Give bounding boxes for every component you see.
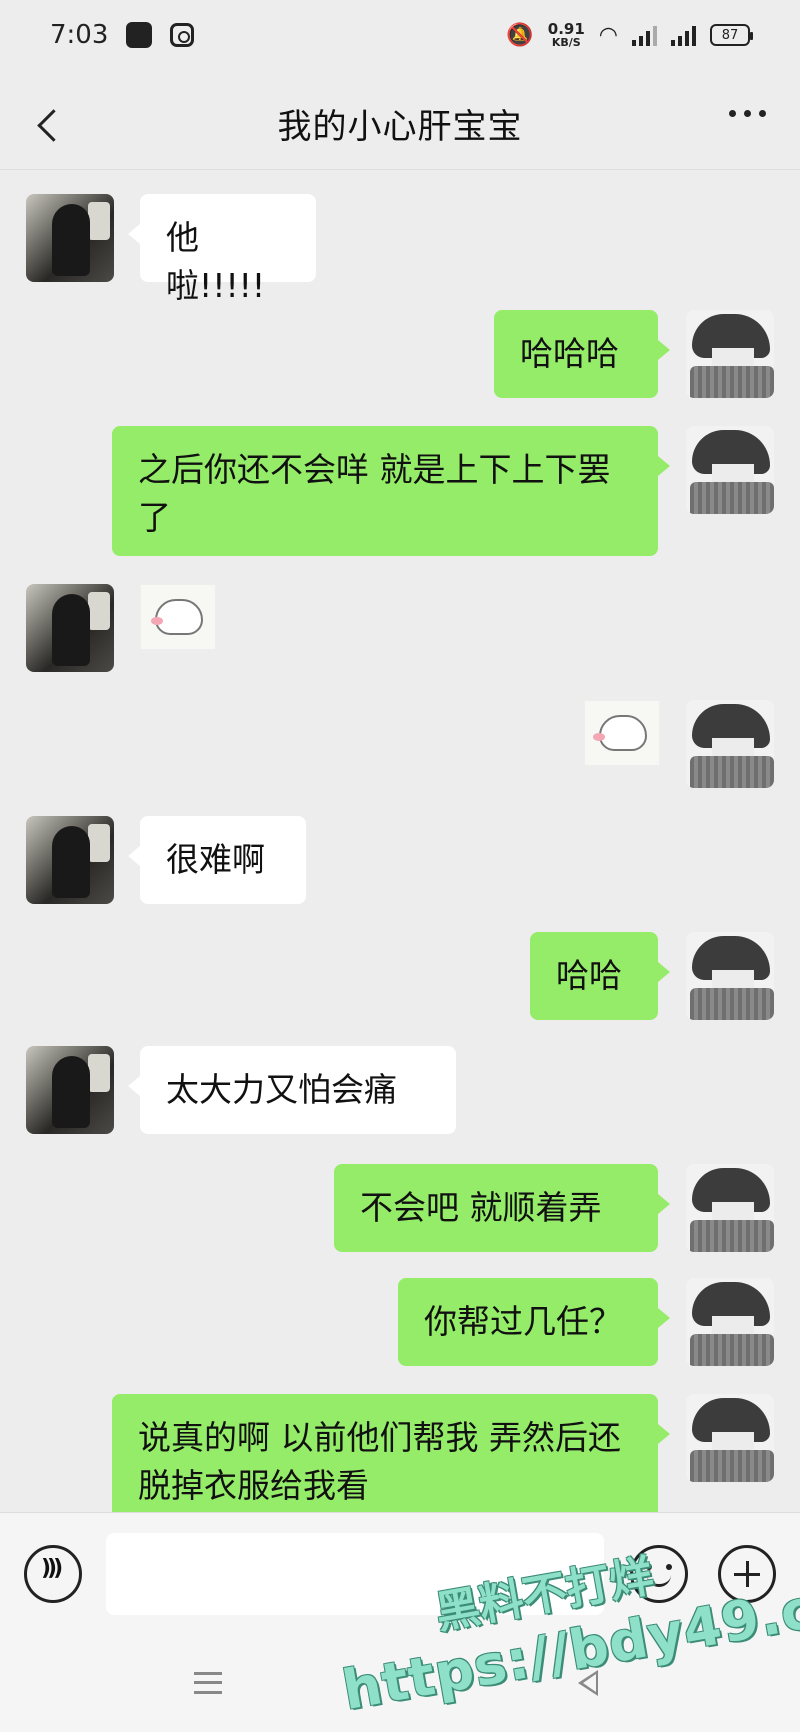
contact-avatar[interactable] bbox=[26, 584, 114, 672]
self-avatar[interactable] bbox=[686, 1164, 774, 1252]
menu-icon[interactable] bbox=[194, 1672, 222, 1694]
signal-icon bbox=[671, 24, 696, 46]
message-bubble[interactable]: 说真的啊 以前他们帮我 弄然后还脱掉衣服给我看 bbox=[112, 1394, 670, 1524]
status-time: 7:03 bbox=[50, 20, 109, 50]
chat-header: 我的小心肝宝宝 bbox=[0, 78, 800, 170]
instagram-icon bbox=[170, 23, 195, 47]
message-bubble[interactable]: 很难啊 bbox=[128, 816, 306, 904]
battery-icon: 87 bbox=[710, 24, 753, 46]
status-right: 🔕 0.91 KB/S ◠ 87 bbox=[506, 20, 753, 49]
self-avatar[interactable] bbox=[686, 1278, 774, 1366]
message-bubble[interactable]: 哈哈哈 bbox=[494, 310, 670, 398]
contact-avatar[interactable] bbox=[26, 1046, 114, 1134]
mute-bell-icon: 🔕 bbox=[506, 22, 534, 48]
back-arrow-icon[interactable] bbox=[30, 104, 70, 144]
message-bubble[interactable]: 不会吧 就顺着弄 bbox=[334, 1164, 670, 1252]
self-avatar[interactable] bbox=[686, 310, 774, 398]
self-avatar[interactable] bbox=[686, 932, 774, 1020]
self-avatar[interactable] bbox=[686, 700, 774, 788]
app-notification-icon bbox=[126, 22, 153, 48]
network-speed: 0.91 KB/S bbox=[547, 20, 585, 49]
chat-title: 我的小心肝宝宝 bbox=[277, 107, 523, 147]
wifi-icon: ◠ bbox=[598, 22, 618, 48]
self-avatar[interactable] bbox=[686, 426, 774, 514]
message-bubble[interactable]: 你帮过几任？ bbox=[398, 1278, 670, 1366]
message-bubble[interactable]: 哈哈 bbox=[530, 932, 670, 1020]
status-bar: 7:03 🔕 0.91 KB/S ◠ 87 bbox=[0, 0, 800, 70]
voice-icon[interactable] bbox=[24, 1545, 82, 1603]
contact-avatar[interactable] bbox=[26, 194, 114, 282]
signal-icon bbox=[632, 24, 657, 46]
message-bubble[interactable]: 之后你还不会咩 就是上下上下罢了 bbox=[112, 426, 670, 556]
self-avatar[interactable] bbox=[686, 1394, 774, 1482]
contact-avatar[interactable] bbox=[26, 816, 114, 904]
more-options-icon[interactable] bbox=[729, 110, 766, 117]
cat-sticker[interactable] bbox=[140, 584, 216, 650]
status-left: 7:03 bbox=[50, 20, 195, 50]
message-bubble[interactable]: 他啦!!!!! bbox=[128, 194, 316, 305]
cat-sticker[interactable] bbox=[584, 700, 660, 766]
message-bubble[interactable]: 太大力又怕会痛 bbox=[128, 1046, 456, 1134]
